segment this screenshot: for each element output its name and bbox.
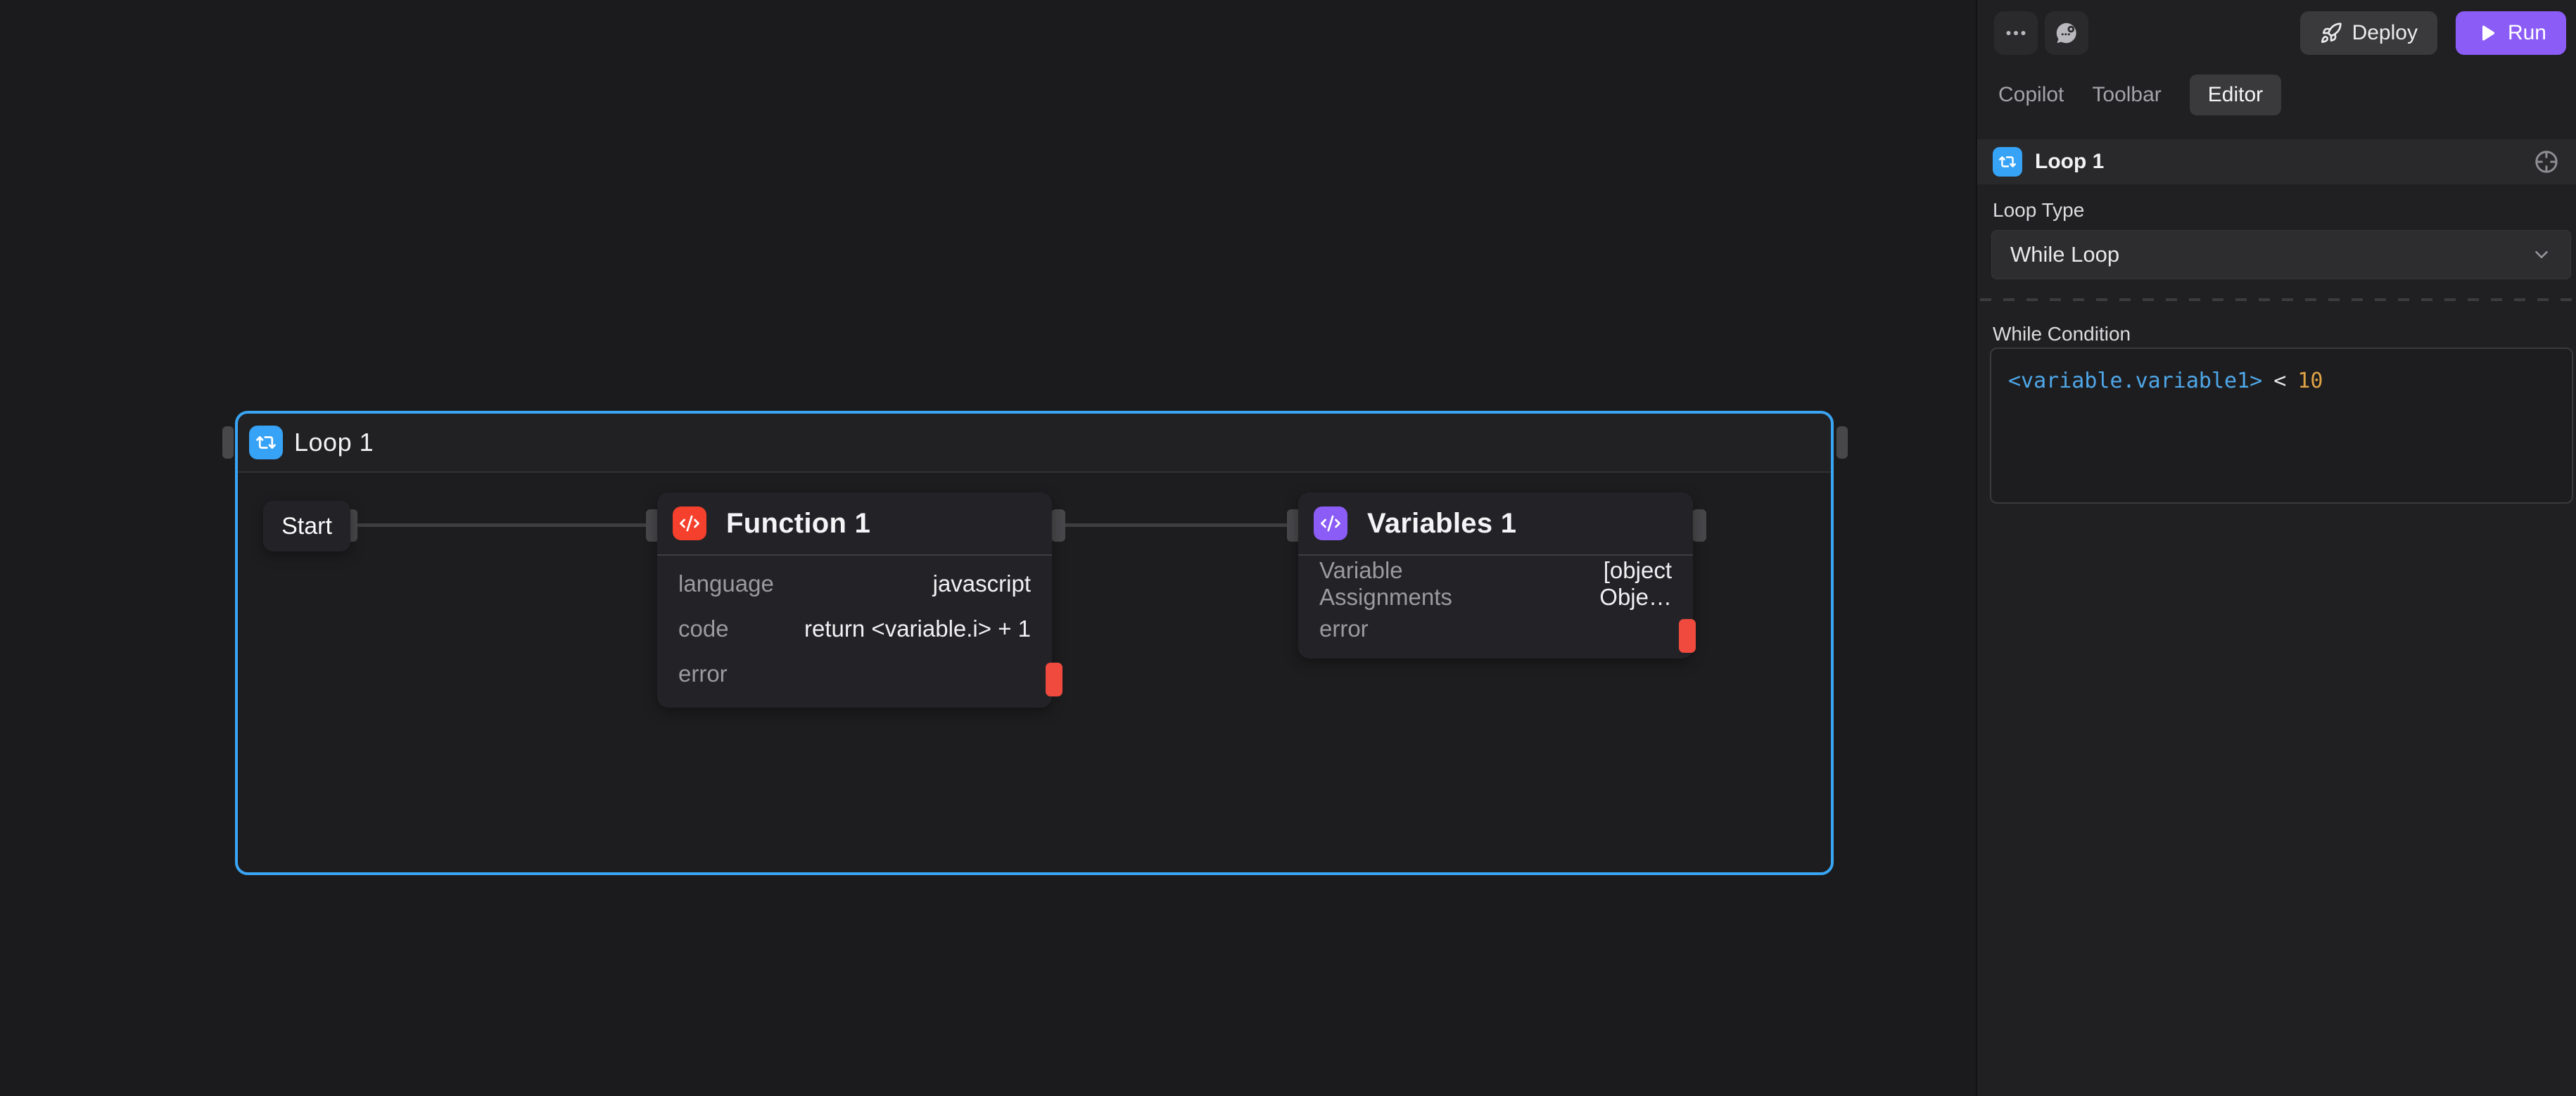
loop-group-input-port[interactable] [222,426,234,459]
loop-group-header[interactable]: Loop 1 [238,414,1831,473]
start-node[interactable]: Start [263,501,350,552]
code-token-operator: < [2273,369,2286,393]
chevron-down-icon [2531,244,2552,265]
variables-output-port[interactable] [1692,509,1706,542]
inspector-node-title: Loop 1 [2035,150,2104,174]
panel-toolbar: Deploy Run [1977,11,2566,55]
loop-group-output-port[interactable] [1836,426,1848,459]
function-node-title: Function 1 [726,508,870,540]
crosshair-icon [2532,148,2561,176]
tab-copilot[interactable]: Copilot [1998,75,2064,115]
assistant-button[interactable] [2045,11,2088,55]
variables-node[interactable]: Variables 1 Variable Assignments [object… [1298,492,1693,658]
ellipsis-icon [2003,20,2029,46]
deploy-button[interactable]: Deploy [2300,11,2437,55]
function-icon [673,506,706,540]
edge-function-to-variables[interactable] [1062,523,1299,527]
loop-type-value: While Loop [2010,242,2531,267]
function-output-port[interactable] [1051,509,1065,542]
variables-error-port[interactable] [1679,619,1696,653]
node-row-language[interactable]: language javascript [678,561,1031,606]
node-row-error[interactable]: error [1319,606,1672,651]
section-divider [1980,298,2573,301]
assistant-chat-icon [2054,20,2079,46]
locate-node-button[interactable] [2532,148,2561,176]
editor-side-panel: Deploy Run Copilot Toolbar Editor Loop 1 [1976,0,2576,1096]
function-node-body: language javascript code return <variabl… [657,556,1052,705]
code-line: <variable.variable1> < 10 [2008,369,2555,393]
function-node-header[interactable]: Function 1 [657,492,1052,556]
tab-toolbar[interactable]: Toolbar [2092,75,2161,115]
more-button[interactable] [1994,11,2038,55]
code-token-variable: <variable.variable1> [2008,369,2262,393]
node-row-variable-assignments[interactable]: Variable Assignments [object Obje… [1319,561,1672,606]
node-row-error[interactable]: error [678,651,1031,696]
loop-icon [249,426,283,459]
loop-type-select[interactable]: While Loop [1991,230,2571,279]
variables-icon [1314,506,1347,540]
edge-start-to-function[interactable] [355,523,658,527]
run-button-label: Run [2508,21,2546,45]
inspector-node-header: Loop 1 [1977,139,2576,184]
workflow-editor-app: Loop 1 Start Functio [0,0,2576,1096]
loop-icon [1993,147,2022,177]
tab-editor[interactable]: Editor [2190,75,2281,115]
code-token-number: 10 [2297,369,2323,393]
run-button[interactable]: Run [2456,11,2566,55]
variables-node-body: Variable Assignments [object Obje… error [1298,556,1693,660]
deploy-button-label: Deploy [2352,21,2418,45]
function-node[interactable]: Function 1 language javascript code retu… [657,492,1052,708]
variables-node-header[interactable]: Variables 1 [1298,492,1693,556]
flow-canvas[interactable]: Loop 1 Start Functio [0,0,1976,1096]
start-node-label: Start [281,513,332,540]
while-condition-label: While Condition [1993,323,2131,345]
panel-tabs: Copilot Toolbar Editor [1998,75,2281,115]
rocket-icon [2320,22,2342,44]
variables-node-title: Variables 1 [1367,508,1516,540]
function-error-port[interactable] [1046,663,1062,696]
while-condition-code-editor[interactable]: <variable.variable1> < 10 [1990,348,2573,504]
loop-type-label: Loop Type [1993,199,2084,222]
loop-group-title: Loop 1 [294,428,374,457]
node-row-code[interactable]: code return <variable.i> + 1 [678,606,1031,651]
play-icon [2475,22,2498,44]
